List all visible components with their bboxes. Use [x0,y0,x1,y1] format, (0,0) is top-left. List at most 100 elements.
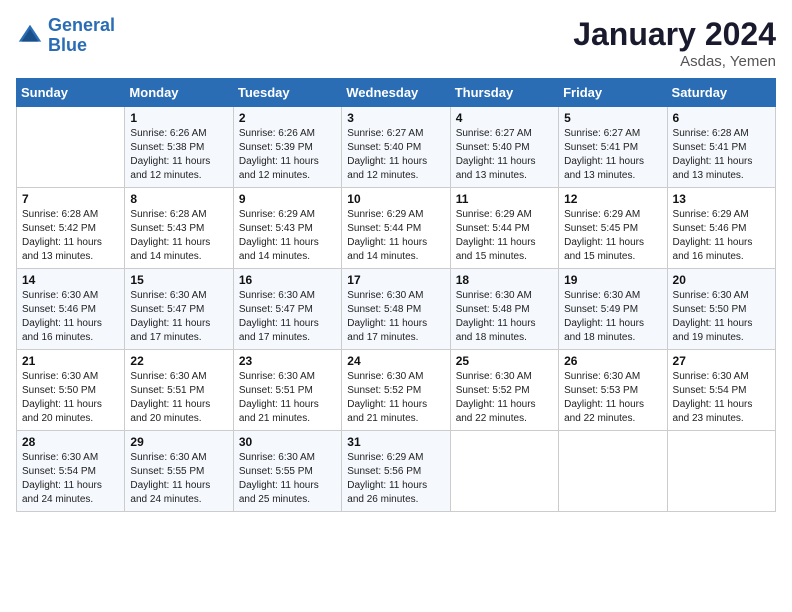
calendar-week-row: 14 Sunrise: 6:30 AM Sunset: 5:46 PM Dayl… [17,269,776,350]
day-info: Sunrise: 6:28 AM Sunset: 5:41 PM Dayligh… [673,127,770,183]
calendar-cell: 2 Sunrise: 6:26 AM Sunset: 5:39 PM Dayli… [233,107,341,188]
day-info: Sunrise: 6:30 AM Sunset: 5:48 PM Dayligh… [347,289,444,345]
day-number: 20 [673,273,770,287]
calendar-cell: 21 Sunrise: 6:30 AM Sunset: 5:50 PM Dayl… [17,350,125,431]
day-number: 30 [239,435,336,449]
day-header: Sunday [17,79,125,107]
calendar-cell [559,431,667,512]
day-header: Friday [559,79,667,107]
day-info: Sunrise: 6:28 AM Sunset: 5:42 PM Dayligh… [22,208,119,264]
calendar-cell: 16 Sunrise: 6:30 AM Sunset: 5:47 PM Dayl… [233,269,341,350]
calendar-cell: 13 Sunrise: 6:29 AM Sunset: 5:46 PM Dayl… [667,188,775,269]
logo: General Blue [16,16,115,56]
day-info: Sunrise: 6:30 AM Sunset: 5:54 PM Dayligh… [22,451,119,507]
day-number: 1 [130,111,227,125]
calendar-cell: 25 Sunrise: 6:30 AM Sunset: 5:52 PM Dayl… [450,350,558,431]
day-info: Sunrise: 6:30 AM Sunset: 5:54 PM Dayligh… [673,370,770,426]
calendar-cell: 29 Sunrise: 6:30 AM Sunset: 5:55 PM Dayl… [125,431,233,512]
day-info: Sunrise: 6:29 AM Sunset: 5:44 PM Dayligh… [456,208,553,264]
day-info: Sunrise: 6:30 AM Sunset: 5:55 PM Dayligh… [239,451,336,507]
day-info: Sunrise: 6:29 AM Sunset: 5:45 PM Dayligh… [564,208,661,264]
calendar-cell: 6 Sunrise: 6:28 AM Sunset: 5:41 PM Dayli… [667,107,775,188]
day-header: Wednesday [342,79,450,107]
day-number: 8 [130,192,227,206]
calendar-cell: 12 Sunrise: 6:29 AM Sunset: 5:45 PM Dayl… [559,188,667,269]
day-number: 29 [130,435,227,449]
calendar-cell: 10 Sunrise: 6:29 AM Sunset: 5:44 PM Dayl… [342,188,450,269]
day-info: Sunrise: 6:29 AM Sunset: 5:56 PM Dayligh… [347,451,444,507]
day-info: Sunrise: 6:28 AM Sunset: 5:43 PM Dayligh… [130,208,227,264]
calendar-cell: 23 Sunrise: 6:30 AM Sunset: 5:51 PM Dayl… [233,350,341,431]
day-number: 12 [564,192,661,206]
day-info: Sunrise: 6:30 AM Sunset: 5:51 PM Dayligh… [130,370,227,426]
day-number: 17 [347,273,444,287]
day-info: Sunrise: 6:30 AM Sunset: 5:52 PM Dayligh… [347,370,444,426]
calendar-cell [17,107,125,188]
calendar-week-row: 21 Sunrise: 6:30 AM Sunset: 5:50 PM Dayl… [17,350,776,431]
day-info: Sunrise: 6:27 AM Sunset: 5:40 PM Dayligh… [456,127,553,183]
day-number: 9 [239,192,336,206]
calendar-week-row: 7 Sunrise: 6:28 AM Sunset: 5:42 PM Dayli… [17,188,776,269]
day-info: Sunrise: 6:30 AM Sunset: 5:50 PM Dayligh… [22,370,119,426]
calendar-cell: 22 Sunrise: 6:30 AM Sunset: 5:51 PM Dayl… [125,350,233,431]
month-title: January 2024 [573,16,776,53]
day-info: Sunrise: 6:29 AM Sunset: 5:43 PM Dayligh… [239,208,336,264]
calendar-cell: 9 Sunrise: 6:29 AM Sunset: 5:43 PM Dayli… [233,188,341,269]
page-header: General Blue January 2024 Asdas, Yemen [16,16,776,70]
day-number: 10 [347,192,444,206]
day-info: Sunrise: 6:30 AM Sunset: 5:50 PM Dayligh… [673,289,770,345]
day-info: Sunrise: 6:30 AM Sunset: 5:49 PM Dayligh… [564,289,661,345]
day-number: 26 [564,354,661,368]
day-info: Sunrise: 6:30 AM Sunset: 5:46 PM Dayligh… [22,289,119,345]
day-number: 16 [239,273,336,287]
calendar-week-row: 28 Sunrise: 6:30 AM Sunset: 5:54 PM Dayl… [17,431,776,512]
location: Asdas, Yemen [573,53,776,70]
logo-icon [16,22,44,50]
calendar-cell: 1 Sunrise: 6:26 AM Sunset: 5:38 PM Dayli… [125,107,233,188]
day-info: Sunrise: 6:30 AM Sunset: 5:52 PM Dayligh… [456,370,553,426]
day-number: 22 [130,354,227,368]
day-number: 27 [673,354,770,368]
day-number: 3 [347,111,444,125]
day-number: 25 [456,354,553,368]
calendar-cell: 28 Sunrise: 6:30 AM Sunset: 5:54 PM Dayl… [17,431,125,512]
day-number: 5 [564,111,661,125]
day-number: 6 [673,111,770,125]
calendar-cell [450,431,558,512]
calendar-cell: 26 Sunrise: 6:30 AM Sunset: 5:53 PM Dayl… [559,350,667,431]
calendar-cell: 3 Sunrise: 6:27 AM Sunset: 5:40 PM Dayli… [342,107,450,188]
calendar-cell: 24 Sunrise: 6:30 AM Sunset: 5:52 PM Dayl… [342,350,450,431]
day-info: Sunrise: 6:29 AM Sunset: 5:46 PM Dayligh… [673,208,770,264]
day-info: Sunrise: 6:26 AM Sunset: 5:38 PM Dayligh… [130,127,227,183]
day-header: Monday [125,79,233,107]
day-header: Thursday [450,79,558,107]
day-number: 18 [456,273,553,287]
calendar-cell: 27 Sunrise: 6:30 AM Sunset: 5:54 PM Dayl… [667,350,775,431]
day-info: Sunrise: 6:27 AM Sunset: 5:41 PM Dayligh… [564,127,661,183]
day-number: 15 [130,273,227,287]
logo-text: General Blue [48,16,115,56]
calendar-cell: 8 Sunrise: 6:28 AM Sunset: 5:43 PM Dayli… [125,188,233,269]
calendar-cell: 4 Sunrise: 6:27 AM Sunset: 5:40 PM Dayli… [450,107,558,188]
calendar-cell: 5 Sunrise: 6:27 AM Sunset: 5:41 PM Dayli… [559,107,667,188]
calendar-cell: 11 Sunrise: 6:29 AM Sunset: 5:44 PM Dayl… [450,188,558,269]
calendar-cell: 19 Sunrise: 6:30 AM Sunset: 5:49 PM Dayl… [559,269,667,350]
day-info: Sunrise: 6:30 AM Sunset: 5:48 PM Dayligh… [456,289,553,345]
calendar-week-row: 1 Sunrise: 6:26 AM Sunset: 5:38 PM Dayli… [17,107,776,188]
calendar-cell: 14 Sunrise: 6:30 AM Sunset: 5:46 PM Dayl… [17,269,125,350]
day-number: 24 [347,354,444,368]
day-header: Saturday [667,79,775,107]
calendar-cell [667,431,775,512]
calendar-header-row: SundayMondayTuesdayWednesdayThursdayFrid… [17,79,776,107]
day-info: Sunrise: 6:26 AM Sunset: 5:39 PM Dayligh… [239,127,336,183]
day-info: Sunrise: 6:30 AM Sunset: 5:51 PM Dayligh… [239,370,336,426]
calendar-cell: 20 Sunrise: 6:30 AM Sunset: 5:50 PM Dayl… [667,269,775,350]
day-number: 21 [22,354,119,368]
calendar-cell: 31 Sunrise: 6:29 AM Sunset: 5:56 PM Dayl… [342,431,450,512]
day-info: Sunrise: 6:30 AM Sunset: 5:55 PM Dayligh… [130,451,227,507]
day-number: 13 [673,192,770,206]
day-info: Sunrise: 6:27 AM Sunset: 5:40 PM Dayligh… [347,127,444,183]
calendar-cell: 17 Sunrise: 6:30 AM Sunset: 5:48 PM Dayl… [342,269,450,350]
calendar-cell: 30 Sunrise: 6:30 AM Sunset: 5:55 PM Dayl… [233,431,341,512]
day-number: 11 [456,192,553,206]
